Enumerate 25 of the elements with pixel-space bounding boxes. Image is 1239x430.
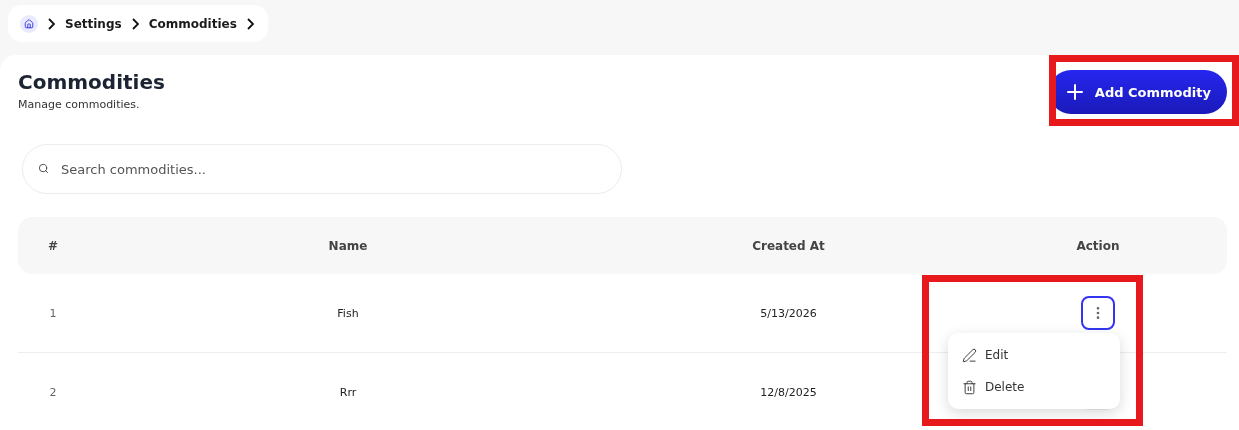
- table-cell: 12/8/2025: [760, 386, 817, 399]
- table-cell: 1: [49, 306, 57, 320]
- table-cell: Fish: [337, 306, 359, 320]
- chevron-icon: [48, 17, 55, 30]
- search-icon: [38, 163, 49, 174]
- table-cell: 2: [49, 386, 57, 399]
- trash-icon: [962, 379, 977, 395]
- breadcrumb-link[interactable]: Settings: [65, 16, 122, 31]
- chevron-icon: [131, 17, 139, 30]
- column-header: Created At: [752, 238, 825, 253]
- pencil-icon: [962, 347, 977, 363]
- menu-item[interactable]: Delete: [948, 371, 1120, 403]
- page-title: Commodities: [18, 70, 165, 94]
- home-icon[interactable]: [20, 14, 38, 33]
- breadcrumb-link[interactable]: Commodities: [148, 16, 237, 31]
- search-field[interactable]: Search commodities...: [22, 144, 622, 194]
- column-header: Action: [1076, 238, 1120, 253]
- column-header: Name: [328, 238, 368, 253]
- table-cell: Rrr: [339, 386, 357, 399]
- chevron-icon: [246, 17, 254, 30]
- table-cell: 5/13/2026: [760, 306, 817, 320]
- menu-item[interactable]: Edit: [948, 339, 1120, 371]
- more-button[interactable]: [1081, 296, 1115, 330]
- page-subtitle: Manage commodities.: [18, 98, 141, 111]
- column-header: #: [47, 238, 59, 253]
